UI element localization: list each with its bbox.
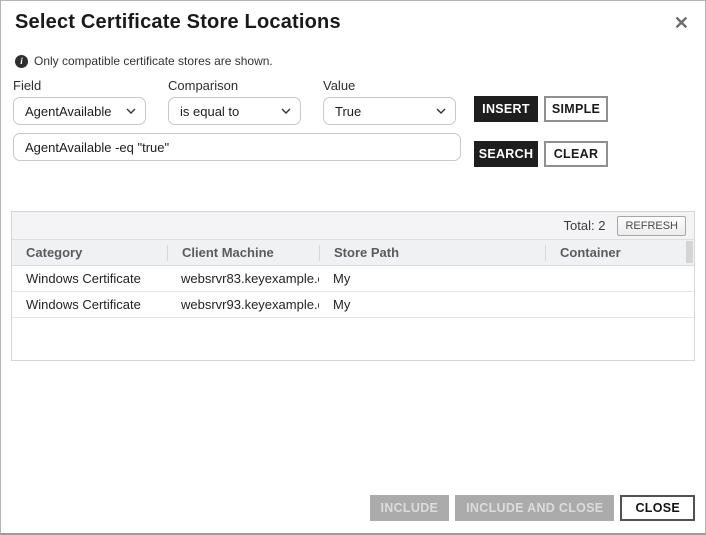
value-label: Value: [323, 78, 456, 93]
chevron-down-icon: [436, 108, 446, 114]
include-button[interactable]: INCLUDE: [370, 495, 450, 521]
info-icon: i: [15, 55, 28, 68]
chevron-down-icon: [281, 108, 291, 114]
clear-button[interactable]: CLEAR: [544, 141, 608, 167]
search-button[interactable]: SEARCH: [474, 141, 538, 167]
cell-store-path: My: [319, 297, 545, 312]
info-text: Only compatible certificate stores are s…: [34, 54, 273, 68]
query-input[interactable]: [13, 133, 461, 161]
table-row[interactable]: Windows Certificate websrvr93.keyexample…: [12, 292, 694, 318]
table-scrollbar[interactable]: [686, 241, 693, 263]
field-select-value: AgentAvailable: [25, 104, 112, 119]
dialog-footer: INCLUDE INCLUDE AND CLOSE CLOSE: [1, 495, 705, 533]
filter-buttons: INSERT SIMPLE SEARCH CLEAR: [474, 78, 608, 167]
column-header-store-path: Store Path: [319, 245, 545, 261]
value-select[interactable]: True: [323, 97, 456, 125]
comparison-label: Comparison: [168, 78, 301, 93]
comparison-select-value: is equal to: [180, 104, 239, 119]
search-clear-row: SEARCH CLEAR: [474, 141, 608, 167]
value-select-value: True: [335, 104, 361, 119]
dialog-header: Select Certificate Store Locations ✕: [1, 1, 705, 34]
include-and-close-button[interactable]: INCLUDE AND CLOSE: [455, 495, 614, 521]
comparison-select-group: Comparison is equal to: [168, 78, 301, 125]
selects-row: Field AgentAvailable Comparison is equal…: [13, 78, 461, 125]
column-header-category: Category: [12, 245, 167, 261]
filter-left: Field AgentAvailable Comparison is equal…: [13, 78, 461, 167]
column-header-container: Container: [545, 245, 694, 261]
chevron-down-icon: [126, 108, 136, 114]
select-certificate-store-locations-dialog: Select Certificate Store Locations ✕ i O…: [0, 0, 706, 535]
simple-button[interactable]: SIMPLE: [544, 96, 608, 122]
table-toolbar: Total: 2 REFRESH: [12, 212, 694, 240]
field-label: Field: [13, 78, 146, 93]
close-button[interactable]: CLOSE: [620, 495, 695, 521]
cell-client-machine: websrvr83.keyexample.com: [167, 271, 319, 286]
info-banner: i Only compatible certificate stores are…: [15, 54, 691, 68]
cell-category: Windows Certificate: [12, 297, 167, 312]
insert-simple-row: INSERT SIMPLE: [474, 96, 608, 122]
filter-zone: Field AgentAvailable Comparison is equal…: [13, 78, 695, 167]
value-select-group: Value True: [323, 78, 456, 125]
close-icon[interactable]: ✕: [674, 14, 689, 32]
field-select[interactable]: AgentAvailable: [13, 97, 146, 125]
column-header-client-machine: Client Machine: [167, 245, 319, 261]
table-header-row: Category Client Machine Store Path Conta…: [12, 240, 694, 266]
cell-category: Windows Certificate: [12, 271, 167, 286]
cell-client-machine: websrvr93.keyexample.com: [167, 297, 319, 312]
comparison-select[interactable]: is equal to: [168, 97, 301, 125]
dialog-title: Select Certificate Store Locations: [15, 11, 341, 34]
field-select-group: Field AgentAvailable: [13, 78, 146, 125]
table-row[interactable]: Windows Certificate websrvr83.keyexample…: [12, 266, 694, 292]
cell-store-path: My: [319, 271, 545, 286]
total-count: Total: 2: [564, 218, 606, 233]
results-table: Total: 2 REFRESH Category Client Machine…: [11, 211, 695, 361]
insert-button[interactable]: INSERT: [474, 96, 538, 122]
refresh-button[interactable]: REFRESH: [617, 216, 686, 236]
